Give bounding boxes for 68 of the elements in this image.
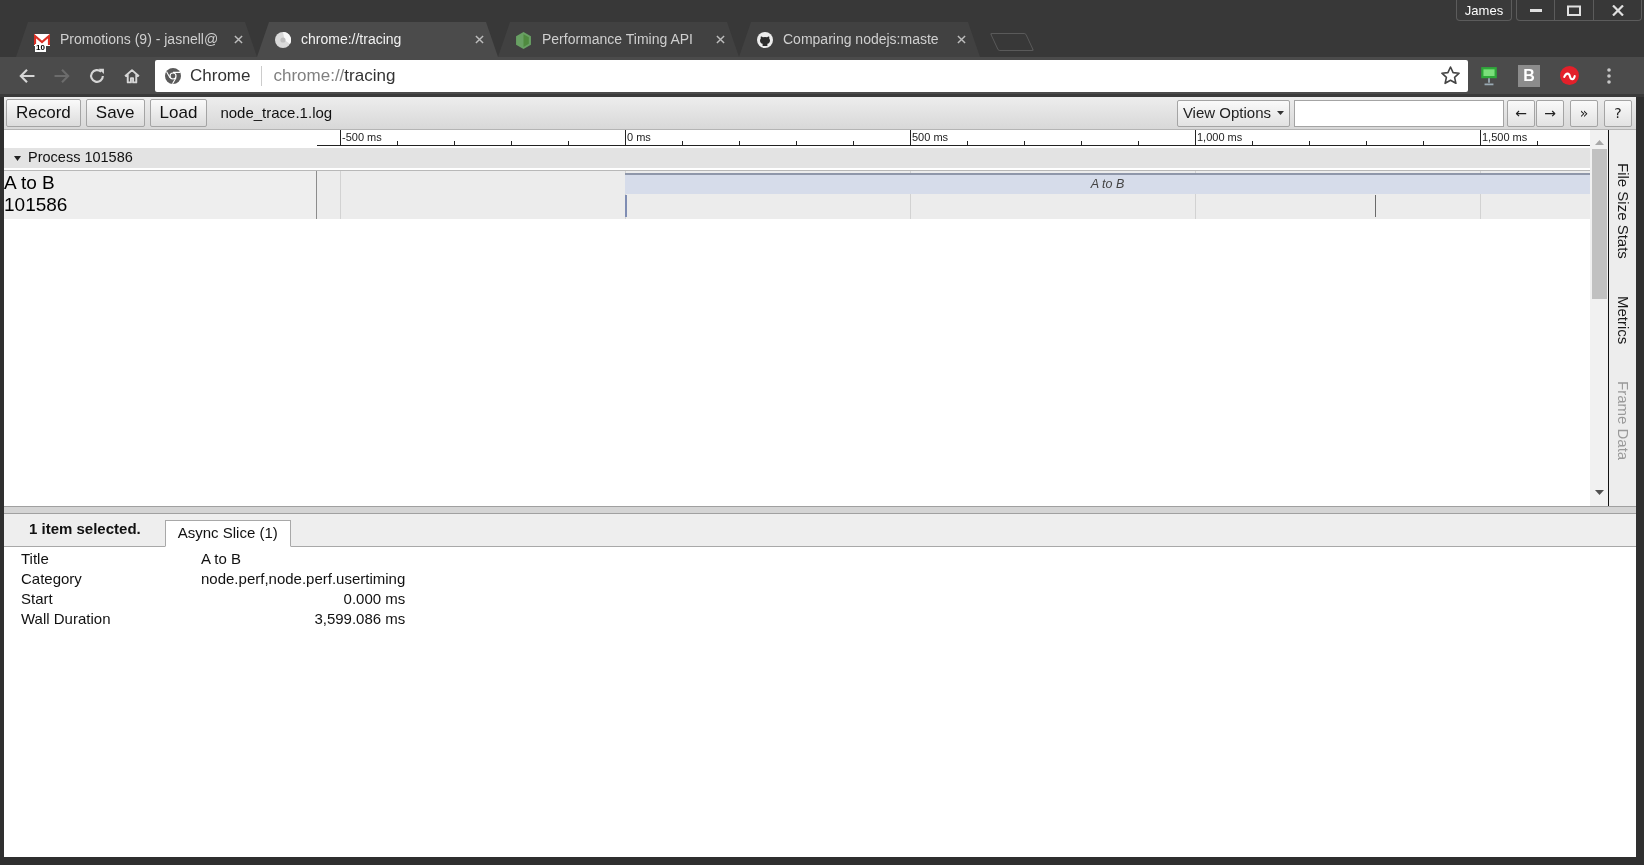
ruler-label: 0 ms <box>627 131 651 143</box>
envelope-icon <box>34 31 50 48</box>
process-title: Process 101586 <box>28 148 133 168</box>
hexagon-icon <box>516 31 531 49</box>
close-button[interactable] <box>1593 0 1642 21</box>
address-bar[interactable]: Chrome chrome://tracing <box>155 59 1468 92</box>
security-chip[interactable]: Chrome <box>190 62 251 89</box>
browser-tab[interactable]: chrome://tracing <box>257 22 498 57</box>
monitor-icon[interactable] <box>1480 65 1498 86</box>
toolbar-button[interactable]: → <box>1536 99 1564 127</box>
circle-icon <box>275 31 291 48</box>
trace-slice[interactable]: A to B <box>625 173 1590 194</box>
minimize-button[interactable] <box>1516 0 1555 21</box>
url-scheme-text: chrome:// <box>273 64 345 87</box>
toolbar-button[interactable]: » <box>1570 99 1598 127</box>
property-label: Category <box>21 569 83 589</box>
toolbar-button[interactable]: Save <box>85 99 145 127</box>
close-icon[interactable] <box>957 35 966 44</box>
cat-icon <box>757 31 773 48</box>
file-name-label: node_trace.1.log <box>220 102 333 123</box>
minimize-icon <box>1529 8 1542 12</box>
close-icon[interactable] <box>234 35 243 44</box>
marker-line <box>625 195 627 217</box>
ruler-label: -500 ms <box>342 131 382 143</box>
property-label: Title <box>21 549 50 569</box>
close-icon <box>1611 4 1624 16</box>
url-path-text: tracing <box>344 64 396 87</box>
selection-summary: 1 item selected. <box>29 518 141 539</box>
side-panel-tab[interactable]: File Size Stats <box>1612 163 1633 259</box>
reload-icon[interactable] <box>88 67 105 84</box>
toolbar-button[interactable]: ← <box>1507 99 1535 127</box>
maximize-icon <box>1567 4 1581 16</box>
ruler-label: 1,000 ms <box>1197 131 1243 143</box>
browser-tab[interactable]: 10 Promotions (9) - jasnell@ <box>16 22 257 57</box>
browser-tab[interactable]: Comparing nodejs:maste <box>739 22 980 57</box>
ruler-label: 1,500 ms <box>1482 131 1528 143</box>
panel-tab[interactable]: Async Slice (1) <box>164 520 291 547</box>
property-value: node.perf,node.perf.usertiming <box>201 569 406 589</box>
toolbar-button[interactable]: Record <box>6 99 81 127</box>
property-label: Start <box>21 589 54 609</box>
back-arrow-icon[interactable] <box>18 67 35 84</box>
caret-icon <box>1277 111 1284 115</box>
count-badge: 10 <box>35 43 46 52</box>
scrollbar-thumb[interactable] <box>1591 149 1607 299</box>
search-field[interactable] <box>1294 99 1504 127</box>
side-panel-tab[interactable]: Metrics <box>1612 295 1633 345</box>
scroll-down-icon[interactable] <box>1594 490 1604 495</box>
more-menu-icon[interactable] <box>1607 67 1611 84</box>
home-icon[interactable] <box>123 67 140 84</box>
profile-button[interactable]: James <box>1456 0 1512 21</box>
property-value: A to B <box>201 549 243 569</box>
track-id: 101586 <box>4 194 68 216</box>
property-value: 3,599.086 ms <box>313 609 406 629</box>
toolbar-button[interactable]: ? <box>1604 99 1632 127</box>
property-label: Wall Duration <box>21 609 112 629</box>
browser-tab[interactable]: Performance Timing API <box>498 22 739 57</box>
disclosure-triangle-icon[interactable] <box>14 155 21 161</box>
property-value: 0.000 ms <box>342 589 406 609</box>
marker-line <box>1375 195 1376 217</box>
view-options-dropdown[interactable]: View Options <box>1176 99 1290 127</box>
bookmark-star-icon[interactable] <box>1441 66 1460 85</box>
wave-icon[interactable] <box>1559 66 1579 85</box>
circle-logo-icon <box>165 67 181 84</box>
close-icon[interactable] <box>475 35 484 44</box>
ruler-label: 500 ms <box>912 131 949 143</box>
close-icon[interactable] <box>716 35 725 44</box>
track-name: A to B <box>4 172 55 194</box>
toolbar-button[interactable]: Load <box>149 99 208 127</box>
